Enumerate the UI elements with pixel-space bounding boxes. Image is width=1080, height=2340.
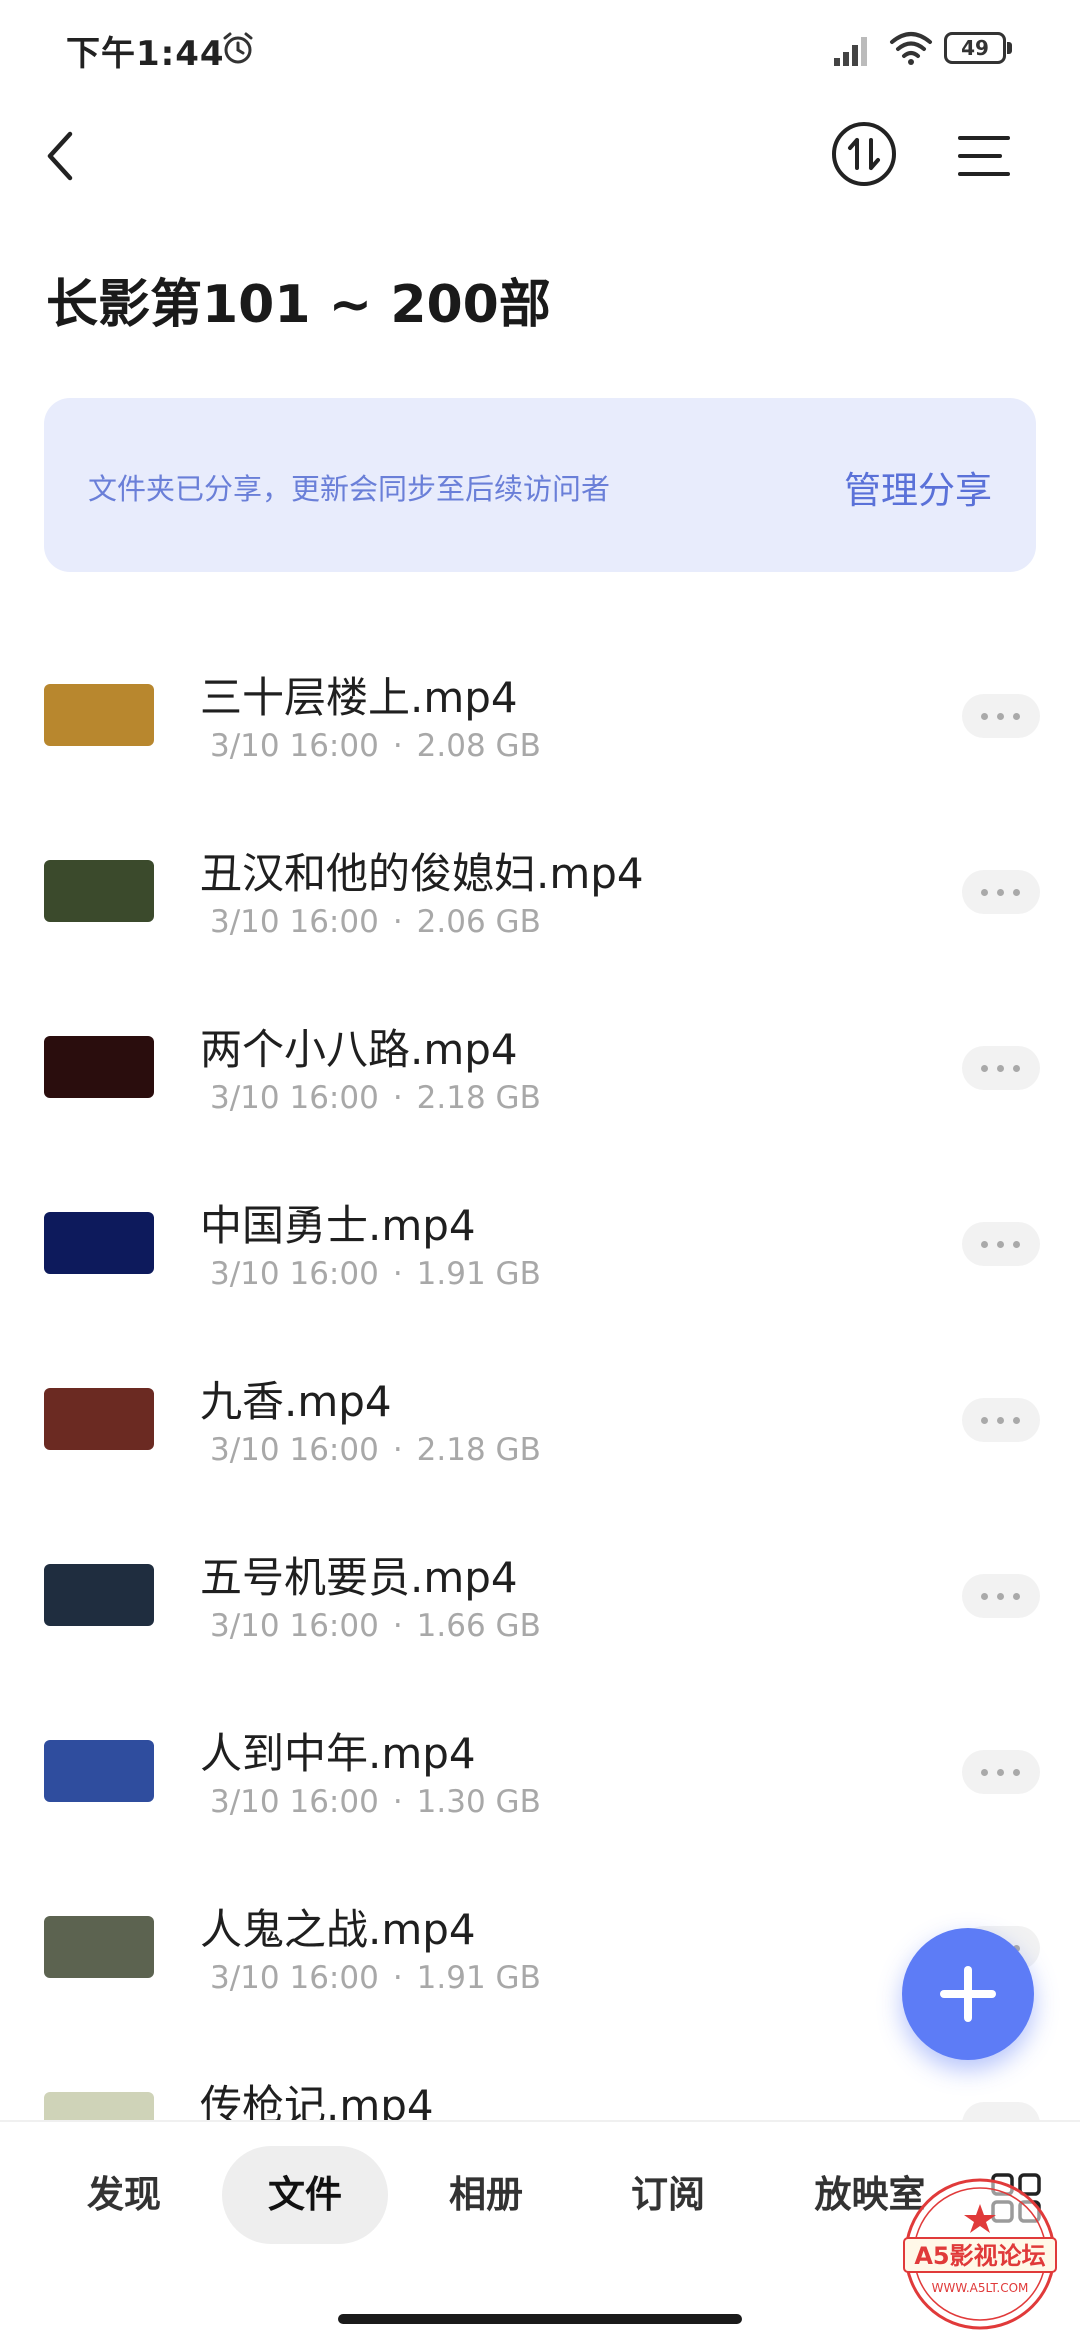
- file-name: 两个小八路.mp4: [200, 1025, 518, 1074]
- watermark-url: WWW.A5LT.COM: [932, 2281, 1029, 2295]
- file-date: 3/10 16:00: [210, 1784, 379, 1820]
- file-date: 3/10 16:00: [210, 1608, 379, 1644]
- tab-files[interactable]: 文件: [222, 2146, 388, 2244]
- video-thumbnail: [44, 1388, 154, 1450]
- tab-albums[interactable]: 相册: [412, 2146, 560, 2244]
- file-size: 2.06 GB: [416, 904, 541, 940]
- share-banner: 文件夹已分享，更新会同步至后续访问者 管理分享: [44, 398, 1036, 572]
- file-row[interactable]: 人到中年.mp4 3/10 16:00 · 1.30 GB: [0, 1688, 1080, 1864]
- status-bar: 下午1:44 49: [0, 0, 1080, 100]
- watermark-title: A5影视论坛: [914, 2242, 1045, 2270]
- file-size: 2.08 GB: [416, 728, 541, 764]
- more-options-button[interactable]: [962, 1574, 1040, 1618]
- file-meta: 3/10 16:00 · 2.08 GB: [210, 728, 541, 764]
- manage-share-button[interactable]: 管理分享: [844, 460, 992, 514]
- file-meta: 3/10 16:00 · 1.91 GB: [210, 1960, 541, 1996]
- app-screen: 下午1:44 49 长影第101 ~ 200部 文件夹已分享，更新会同步至后续访…: [0, 0, 1080, 2340]
- video-thumbnail: [44, 1564, 154, 1626]
- file-row[interactable]: 丑汉和他的俊媳妇.mp4 3/10 16:00 · 2.06 GB: [0, 808, 1080, 984]
- page-title: 长影第101 ~ 200部: [46, 275, 551, 335]
- file-name: 人鬼之战.mp4: [200, 1905, 476, 1954]
- video-thumbnail: [44, 860, 154, 922]
- video-thumbnail: [44, 1212, 154, 1274]
- file-name: 中国勇士.mp4: [200, 1201, 476, 1250]
- more-options-button[interactable]: [962, 1046, 1040, 1090]
- file-name: 五号机要员.mp4: [200, 1553, 518, 1602]
- share-message: 文件夹已分享，更新会同步至后续访问者: [88, 472, 611, 506]
- video-thumbnail: [44, 1740, 154, 1802]
- file-size: 1.91 GB: [416, 1256, 541, 1292]
- file-row[interactable]: 九香.mp4 3/10 16:00 · 2.18 GB: [0, 1336, 1080, 1512]
- watermark-stamp: A5影视论坛 WWW.A5LT.COM: [903, 2178, 1057, 2330]
- battery-tip: [1007, 42, 1012, 54]
- meta-separator: ·: [392, 728, 403, 764]
- meta-separator: ·: [392, 1960, 403, 1996]
- more-options-button[interactable]: [962, 870, 1040, 914]
- file-meta: 3/10 16:00 · 1.91 GB: [210, 1256, 541, 1292]
- file-size: 2.18 GB: [416, 1432, 541, 1468]
- file-date: 3/10 16:00: [210, 904, 379, 940]
- file-name: 三十层楼上.mp4: [200, 673, 518, 722]
- more-options-button[interactable]: [962, 1750, 1040, 1794]
- file-size: 2.18 GB: [416, 1080, 541, 1116]
- file-date: 3/10 16:00: [210, 1080, 379, 1116]
- file-meta: 3/10 16:00 · 2.06 GB: [210, 904, 541, 940]
- meta-separator: ·: [392, 1608, 403, 1644]
- meta-separator: ·: [392, 904, 403, 940]
- plus-icon-vertical: [964, 1966, 972, 2022]
- battery-level: 49: [961, 36, 989, 60]
- more-options-button[interactable]: [962, 694, 1040, 738]
- file-meta: 3/10 16:00 · 2.18 GB: [210, 1432, 541, 1468]
- file-meta: 3/10 16:00 · 1.66 GB: [210, 1608, 541, 1644]
- more-options-button[interactable]: [962, 1222, 1040, 1266]
- meta-separator: ·: [392, 1256, 403, 1292]
- more-options-button[interactable]: [962, 1398, 1040, 1442]
- file-meta: 3/10 16:00 · 2.18 GB: [210, 1080, 541, 1116]
- file-size: 1.66 GB: [416, 1608, 541, 1644]
- file-name: 人到中年.mp4: [200, 1729, 476, 1778]
- file-row[interactable]: 五号机要员.mp4 3/10 16:00 · 1.66 GB: [0, 1512, 1080, 1688]
- file-size: 1.91 GB: [416, 1960, 541, 1996]
- file-name: 九香.mp4: [200, 1377, 392, 1426]
- signal-icon: [834, 37, 867, 66]
- file-date: 3/10 16:00: [210, 1256, 379, 1292]
- file-meta: 3/10 16:00 · 1.30 GB: [210, 1784, 541, 1820]
- status-time: 下午1:44: [66, 34, 225, 74]
- battery-indicator: 49: [944, 32, 1014, 64]
- menu-button[interactable]: [954, 126, 1014, 186]
- add-button[interactable]: [902, 1928, 1034, 2060]
- file-row[interactable]: 中国勇士.mp4 3/10 16:00 · 1.91 GB: [0, 1160, 1080, 1336]
- file-date: 3/10 16:00: [210, 1432, 379, 1468]
- tab-subscriptions[interactable]: 订阅: [594, 2146, 742, 2244]
- file-size: 1.30 GB: [416, 1784, 541, 1820]
- meta-separator: ·: [392, 1784, 403, 1820]
- wifi-icon: [890, 32, 932, 65]
- alarm-icon: [223, 32, 253, 64]
- video-thumbnail: [44, 1916, 154, 1978]
- meta-separator: ·: [392, 1080, 403, 1116]
- meta-separator: ·: [392, 1432, 403, 1468]
- tab-discover[interactable]: 发现: [50, 2146, 198, 2244]
- video-thumbnail: [44, 1036, 154, 1098]
- file-name: 丑汉和他的俊媳妇.mp4: [200, 849, 644, 898]
- file-row[interactable]: 三十层楼上.mp4 3/10 16:00 · 2.08 GB: [0, 632, 1080, 808]
- file-row[interactable]: 两个小八路.mp4 3/10 16:00 · 2.18 GB: [0, 984, 1080, 1160]
- home-indicator[interactable]: [338, 2314, 742, 2324]
- video-thumbnail: [44, 684, 154, 746]
- transfer-button[interactable]: [830, 120, 898, 188]
- file-date: 3/10 16:00: [210, 1960, 379, 1996]
- back-button[interactable]: [36, 120, 92, 192]
- file-date: 3/10 16:00: [210, 728, 379, 764]
